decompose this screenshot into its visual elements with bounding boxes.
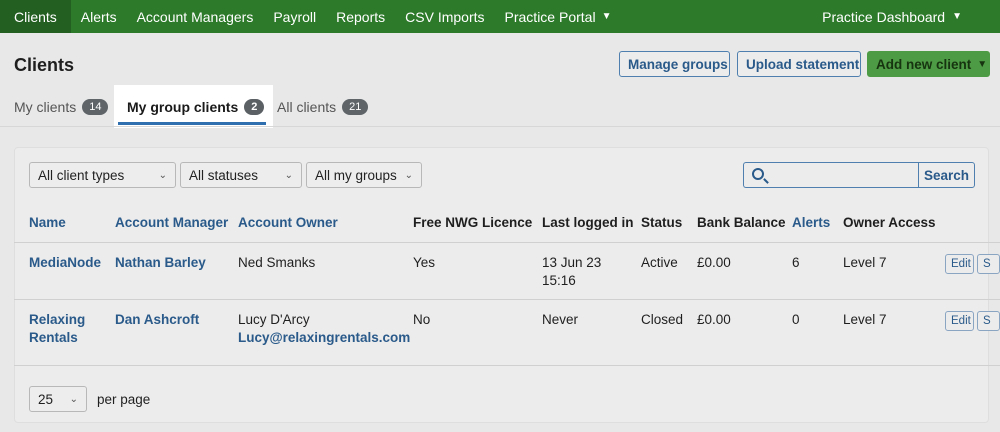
chevron-down-icon: ⌄ xyxy=(158,169,167,181)
per-page-label: per page xyxy=(97,392,151,407)
last-login-date: 13 Jun 23 xyxy=(542,255,602,270)
nav-item-reports[interactable]: Reports xyxy=(326,0,395,33)
edit-button[interactable]: Edit xyxy=(945,254,974,274)
edit-button[interactable]: Edit xyxy=(945,311,974,331)
row-action-button[interactable]: S xyxy=(977,311,1000,331)
nav-item-account-managers[interactable]: Account Managers xyxy=(127,0,264,33)
top-nav: Clients Alerts Account Managers Payroll … xyxy=(0,0,1000,33)
chevron-down-icon: ⌄ xyxy=(284,169,293,181)
tab-all-clients[interactable]: All clients 21 xyxy=(277,97,369,117)
tab-label: All clients xyxy=(277,99,337,115)
account-manager-link[interactable]: Dan Ashcroft xyxy=(115,311,199,329)
search-input[interactable] xyxy=(743,162,918,188)
free-licence-value: No xyxy=(413,312,431,327)
owner-access-value: Level 7 xyxy=(843,255,887,270)
manage-groups-button[interactable]: Manage groups xyxy=(619,51,730,77)
column-header-account-owner[interactable]: Account Owner xyxy=(238,215,338,230)
account-owner: Lucy D'Arcy xyxy=(238,312,310,327)
clients-panel xyxy=(14,147,989,423)
nav-label: Account Managers xyxy=(136,8,254,25)
status-value: Active xyxy=(641,255,678,270)
column-header-owner-access: Owner Access xyxy=(843,215,936,230)
nav-item-csv-imports[interactable]: CSV Imports xyxy=(395,0,494,33)
chevron-down-icon: ⌄ xyxy=(69,393,78,405)
column-header-name[interactable]: Name xyxy=(29,215,66,230)
account-manager-link[interactable]: Nathan Barley xyxy=(115,254,206,272)
column-header-status: Status xyxy=(641,215,683,230)
nav-item-practice-portal[interactable]: Practice Portal ▼ xyxy=(495,0,622,33)
row-action-button[interactable]: S xyxy=(977,254,1000,274)
button-label: Add new client xyxy=(876,56,972,72)
select-value: 25 xyxy=(38,391,54,407)
active-tab-underline xyxy=(118,122,266,125)
tabs-divider xyxy=(0,126,1000,127)
nav-label: Clients xyxy=(14,8,57,25)
tab-label: My group clients xyxy=(127,99,239,115)
groups-select[interactable]: All my groups ⌄ xyxy=(306,162,422,188)
add-new-client-button[interactable]: Add new client ▼ xyxy=(867,51,990,77)
nav-label: Reports xyxy=(336,8,386,25)
nav-item-alerts[interactable]: Alerts xyxy=(71,0,127,33)
last-login-date: Never xyxy=(542,312,579,327)
count-badge: 2 xyxy=(244,99,265,115)
select-value: All client types xyxy=(38,167,125,183)
client-name-link[interactable]: Relaxing xyxy=(29,311,85,329)
alerts-count: 0 xyxy=(792,312,800,327)
chevron-down-icon: ▼ xyxy=(977,58,988,70)
page-title: Clients xyxy=(14,55,75,75)
nav-practice-dashboard[interactable]: Practice Dashboard ▼ xyxy=(812,0,972,33)
tab-my-group-clients[interactable]: My group clients 2 xyxy=(127,97,265,117)
owner-access-value: Level 7 xyxy=(843,312,887,327)
select-value: All statuses xyxy=(189,167,259,183)
column-header-alerts[interactable]: Alerts xyxy=(792,215,830,230)
status-select[interactable]: All statuses ⌄ xyxy=(180,162,302,188)
column-header-last-logged-in: Last logged in xyxy=(542,215,634,230)
upload-statement-button[interactable]: Upload statement xyxy=(737,51,861,77)
column-header-account-manager[interactable]: Account Manager xyxy=(115,215,228,230)
nav-item-clients[interactable]: Clients xyxy=(0,0,71,33)
chevron-down-icon: ▼ xyxy=(952,11,962,22)
count-badge: 21 xyxy=(342,99,369,115)
bank-balance-value: £0.00 xyxy=(697,255,731,270)
nav-label: Practice Portal xyxy=(504,8,596,25)
client-name-link-line2[interactable]: Rentals xyxy=(29,329,78,347)
account-owner-email-link[interactable]: Lucy@relaxingrentals.com xyxy=(238,329,410,347)
alerts-count: 6 xyxy=(792,255,800,270)
column-header-bank-balance: Bank Balance xyxy=(697,215,786,230)
chevron-down-icon: ▼ xyxy=(601,11,612,22)
row-divider xyxy=(14,365,1000,366)
nav-label: Alerts xyxy=(80,8,117,25)
free-licence-value: Yes xyxy=(413,255,436,270)
client-type-select[interactable]: All client types ⌄ xyxy=(29,162,176,188)
per-page-select[interactable]: 25 ⌄ xyxy=(29,386,87,412)
tab-my-clients[interactable]: My clients 14 xyxy=(14,97,109,117)
nav-label: Practice Dashboard xyxy=(822,8,946,25)
status-value: Closed xyxy=(641,312,684,327)
tab-label: My clients xyxy=(14,99,77,115)
client-name-link[interactable]: MediaNode xyxy=(29,254,101,272)
nav-label: CSV Imports xyxy=(405,8,485,25)
row-divider xyxy=(14,242,1000,243)
column-header-free-licence: Free NWG Licence xyxy=(413,215,533,230)
search-button[interactable]: Search xyxy=(918,162,975,188)
nav-item-payroll[interactable]: Payroll xyxy=(263,0,326,33)
bank-balance-value: £0.00 xyxy=(697,312,731,327)
last-login-time: 15:16 xyxy=(542,273,576,288)
search-icon xyxy=(752,168,764,180)
select-value: All my groups xyxy=(315,167,397,183)
account-owner: Ned Smanks xyxy=(238,255,316,270)
count-badge: 14 xyxy=(82,99,109,115)
nav-label: Payroll xyxy=(273,8,317,25)
chevron-down-icon: ⌄ xyxy=(404,169,413,181)
row-divider xyxy=(14,299,1000,300)
